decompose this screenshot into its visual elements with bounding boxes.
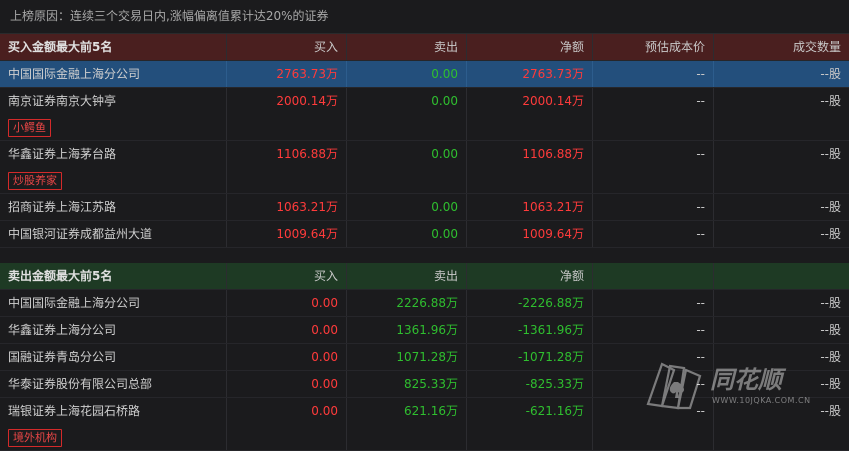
column-header-empty — [714, 263, 849, 289]
column-header-empty — [593, 263, 714, 289]
buy-table-row[interactable]: 中国国际金融上海分公司 2763.73万 0.00 2763.73万 -- --… — [0, 61, 849, 88]
estimated-cost: -- — [593, 88, 714, 140]
buy-table-title: 买入金额最大前5名 — [0, 34, 227, 60]
net-amount: 2000.14万 — [467, 88, 593, 140]
estimated-cost: -- — [593, 61, 714, 87]
estimated-cost: -- — [593, 221, 714, 247]
buy-amount: 0.00 — [227, 317, 347, 343]
sell-table-row[interactable]: 华鑫证券上海分公司 0.00 1361.96万 -1361.96万 -- --股 — [0, 317, 849, 344]
trade-volume: --股 — [820, 296, 841, 310]
section-spacer — [0, 248, 849, 263]
listing-reason: 上榜原因：连续三个交易日内,涨幅偏离值累计达20%的证券 — [0, 0, 849, 34]
column-header-volume[interactable]: 成交数量 — [714, 34, 849, 60]
column-header-buy[interactable]: 买入 — [227, 34, 347, 60]
estimated-cost: -- — [593, 141, 714, 193]
trader-tag[interactable]: 境外机构 — [8, 429, 62, 447]
broker-name-cell: 华鑫证券上海茅台路 炒股养家 — [0, 141, 227, 193]
trade-volume: --股 — [820, 67, 841, 81]
broker-name[interactable]: 华泰证券股份有限公司总部 — [0, 371, 227, 397]
trader-tag[interactable]: 小鳄鱼 — [8, 119, 51, 137]
brand-url: WWW.10JQKA.COM.CN — [712, 396, 811, 405]
sell-amount: 825.33万 — [347, 371, 467, 397]
buy-amount: 1106.88万 — [227, 141, 347, 193]
buy-amount: 2000.14万 — [227, 88, 347, 140]
net-amount: -1071.28万 — [467, 344, 593, 370]
trader-tag[interactable]: 炒股养家 — [8, 172, 62, 190]
broker-name[interactable]: 国融证券青岛分公司 — [0, 344, 227, 370]
net-amount: 1009.64万 — [467, 221, 593, 247]
trade-volume: --股 — [820, 147, 841, 161]
broker-name[interactable]: 中国国际金融上海分公司 — [0, 61, 227, 87]
trade-volume: --股 — [820, 94, 841, 108]
brand-name: 同花顺 — [710, 366, 782, 394]
broker-name[interactable]: 中国银河证券成都益州大道 — [0, 221, 227, 247]
buy-table-row[interactable]: 南京证券南京大钟亭 小鳄鱼 2000.14万 0.00 2000.14万 -- … — [0, 88, 849, 141]
sell-amount: 0.00 — [347, 194, 467, 220]
column-header-net[interactable]: 净额 — [467, 34, 593, 60]
sell-amount: 1071.28万 — [347, 344, 467, 370]
net-amount: -1361.96万 — [467, 317, 593, 343]
broker-name[interactable]: 中国国际金融上海分公司 — [0, 290, 227, 316]
trade-volume: --股 — [820, 200, 841, 214]
sell-amount: 0.00 — [347, 221, 467, 247]
broker-name-cell: 南京证券南京大钟亭 小鳄鱼 — [0, 88, 227, 140]
broker-name[interactable]: 华鑫证券上海分公司 — [0, 317, 227, 343]
broker-name-cell: 瑞银证券上海花园石桥路 境外机构 — [0, 398, 227, 450]
net-amount: -621.16万 — [467, 398, 593, 450]
buy-amount: 1063.21万 — [227, 194, 347, 220]
column-header-sell[interactable]: 卖出 — [347, 34, 467, 60]
sell-table-row[interactable]: 中国国际金融上海分公司 0.00 2226.88万 -2226.88万 -- -… — [0, 290, 849, 317]
buy-amount: 2763.73万 — [227, 61, 347, 87]
sell-amount: 0.00 — [347, 88, 467, 140]
trade-volume: --股 — [820, 227, 841, 241]
net-amount: 2763.73万 — [467, 61, 593, 87]
brand-watermark: 同花顺 WWW.10JQKA.COM.CN — [640, 356, 840, 412]
column-header-buy[interactable]: 买入 — [227, 263, 347, 289]
sell-amount: 0.00 — [347, 61, 467, 87]
column-header-sell[interactable]: 卖出 — [347, 263, 467, 289]
sell-table-title: 卖出金额最大前5名 — [0, 263, 227, 289]
buy-table-row[interactable]: 华鑫证券上海茅台路 炒股养家 1106.88万 0.00 1106.88万 --… — [0, 141, 849, 194]
column-header-cost[interactable]: 预估成本价 — [593, 34, 714, 60]
broker-name[interactable]: 南京证券南京大钟亭 — [8, 88, 218, 114]
buy-amount: 0.00 — [227, 398, 347, 450]
buy-table-row[interactable]: 招商证券上海江苏路 1063.21万 0.00 1063.21万 -- --股 — [0, 194, 849, 221]
estimated-cost: -- — [593, 290, 714, 316]
estimated-cost: -- — [593, 194, 714, 220]
sell-amount: 0.00 — [347, 141, 467, 193]
buy-table-header: 买入金额最大前5名 买入 卖出 净额 预估成本价 成交数量 — [0, 34, 849, 61]
buy-amount: 1009.64万 — [227, 221, 347, 247]
broker-name[interactable]: 瑞银证券上海花园石桥路 — [8, 398, 218, 424]
sell-amount: 621.16万 — [347, 398, 467, 450]
estimated-cost: -- — [593, 317, 714, 343]
buy-table-row[interactable]: 中国银河证券成都益州大道 1009.64万 0.00 1009.64万 -- -… — [0, 221, 849, 248]
buy-amount: 0.00 — [227, 371, 347, 397]
broker-name[interactable]: 招商证券上海江苏路 — [0, 194, 227, 220]
column-header-net[interactable]: 净额 — [467, 263, 593, 289]
trade-volume: --股 — [820, 323, 841, 337]
sell-table-header: 卖出金额最大前5名 买入 卖出 净额 — [0, 263, 849, 290]
buy-amount: 0.00 — [227, 290, 347, 316]
fan-cards-icon — [646, 362, 702, 410]
broker-name[interactable]: 华鑫证券上海茅台路 — [8, 141, 218, 167]
net-amount: 1063.21万 — [467, 194, 593, 220]
net-amount: -825.33万 — [467, 371, 593, 397]
net-amount: 1106.88万 — [467, 141, 593, 193]
net-amount: -2226.88万 — [467, 290, 593, 316]
sell-amount: 2226.88万 — [347, 290, 467, 316]
buy-amount: 0.00 — [227, 344, 347, 370]
sell-amount: 1361.96万 — [347, 317, 467, 343]
